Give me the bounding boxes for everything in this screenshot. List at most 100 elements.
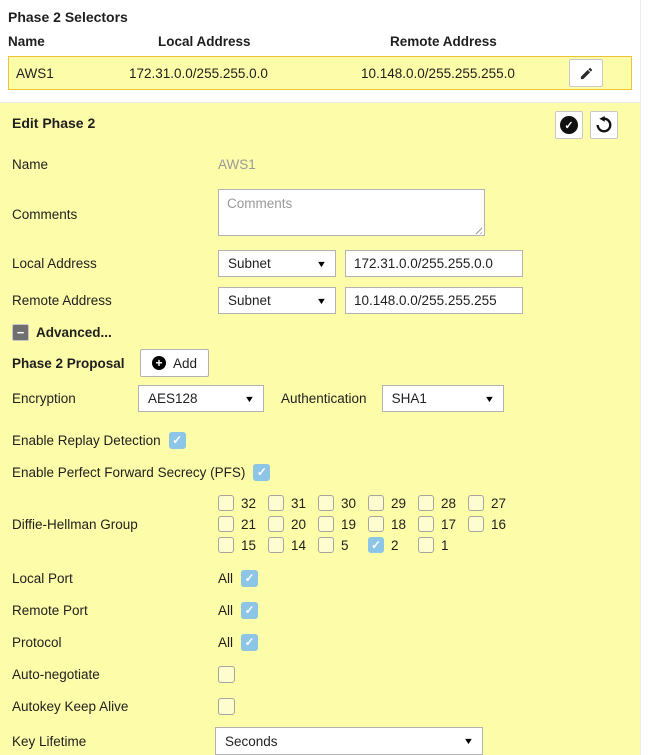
add-proposal-button[interactable]: + Add bbox=[140, 349, 209, 377]
replay-detection-checkbox[interactable] bbox=[169, 432, 186, 449]
local-address-label: Local Address bbox=[12, 256, 218, 271]
dh-group-20-checkbox[interactable] bbox=[268, 516, 284, 532]
dh-group-17-checkbox[interactable] bbox=[418, 516, 434, 532]
collapse-minus-icon[interactable] bbox=[12, 324, 29, 341]
dh-group-15-checkbox[interactable] bbox=[218, 537, 234, 553]
dh-group-14-label: 14 bbox=[291, 538, 306, 553]
key-lifetime-label: Key Lifetime bbox=[12, 734, 215, 749]
chevron-down-icon: ▼ bbox=[484, 394, 495, 404]
local-port-all-label: All bbox=[218, 571, 233, 586]
authentication-label: Authentication bbox=[281, 391, 367, 406]
remote-address-input[interactable] bbox=[345, 287, 523, 314]
remote-address-label: Remote Address bbox=[12, 293, 218, 308]
comments-textarea[interactable] bbox=[218, 189, 485, 236]
encryption-select[interactable]: AES128 ▼ bbox=[138, 385, 264, 412]
key-lifetime-row: Key Lifetime Seconds ▼ bbox=[12, 727, 628, 755]
dh-group-1-checkbox[interactable] bbox=[418, 537, 434, 553]
name-value: AWS1 bbox=[218, 157, 256, 172]
remote-address-type-select[interactable]: Subnet ▼ bbox=[218, 287, 336, 314]
dh-group-17-label: 17 bbox=[441, 517, 456, 532]
dh-group-5-checkbox[interactable] bbox=[318, 537, 334, 553]
dh-group-18-label: 18 bbox=[391, 517, 406, 532]
plus-circle-icon: + bbox=[152, 356, 166, 370]
add-button-label: Add bbox=[173, 356, 197, 371]
dh-group-label: Diffie-Hellman Group bbox=[12, 517, 218, 532]
revert-button[interactable] bbox=[590, 111, 618, 139]
replay-detection-row: Enable Replay Detection bbox=[12, 429, 628, 451]
vpn-phase2-page: Phase 2 Selectors Name Local Address Rem… bbox=[0, 0, 641, 755]
dh-group-21-checkbox[interactable] bbox=[218, 516, 234, 532]
encryption-value: AES128 bbox=[148, 391, 198, 406]
local-address-type-value: Subnet bbox=[228, 256, 271, 271]
remote-address-row: Remote Address Subnet ▼ bbox=[12, 287, 628, 314]
dh-group-27-checkbox[interactable] bbox=[468, 495, 484, 511]
dh-group-21-label: 21 bbox=[241, 517, 256, 532]
remote-address-type-value: Subnet bbox=[228, 293, 271, 308]
local-address-input[interactable] bbox=[345, 250, 523, 277]
chevron-down-icon: ▼ bbox=[244, 394, 255, 404]
chevron-down-icon: ▼ bbox=[316, 296, 327, 306]
dh-group-31-checkbox[interactable] bbox=[268, 495, 284, 511]
dh-group-30-label: 30 bbox=[341, 496, 356, 511]
phase2-proposal-row: Phase 2 Proposal + Add bbox=[12, 349, 628, 377]
accept-button[interactable] bbox=[555, 111, 583, 139]
key-lifetime-select[interactable]: Seconds ▼ bbox=[215, 727, 483, 755]
selector-local-cell: 172.31.0.0/255.255.0.0 bbox=[129, 66, 361, 81]
remote-port-all-label: All bbox=[218, 603, 233, 618]
check-circle-icon bbox=[560, 116, 578, 134]
protocol-label: Protocol bbox=[12, 635, 218, 650]
dh-group-16-checkbox[interactable] bbox=[468, 516, 484, 532]
local-port-row: Local Port All bbox=[12, 567, 628, 589]
edit-phase2-panel: Edit Phase 2 Name AWS1 bbox=[0, 103, 640, 755]
undo-icon bbox=[595, 116, 613, 134]
phase2-selectors-section: Phase 2 Selectors Name Local Address Rem… bbox=[0, 0, 640, 103]
dh-group-19-label: 19 bbox=[341, 517, 356, 532]
auto-negotiate-checkbox[interactable] bbox=[218, 666, 235, 683]
edit-phase2-header: Edit Phase 2 bbox=[12, 111, 628, 139]
local-port-label: Local Port bbox=[12, 571, 218, 586]
dh-group-2-label: 2 bbox=[391, 538, 399, 553]
table-row[interactable]: AWS1 172.31.0.0/255.255.0.0 10.148.0.0/2… bbox=[8, 56, 632, 90]
pfs-checkbox[interactable] bbox=[253, 464, 270, 481]
pfs-label: Enable Perfect Forward Secrecy (PFS) bbox=[12, 465, 245, 480]
name-label: Name bbox=[12, 157, 218, 172]
advanced-label: Advanced... bbox=[36, 325, 112, 340]
edit-selector-button[interactable] bbox=[569, 59, 603, 87]
protocol-all-checkbox[interactable] bbox=[241, 634, 258, 651]
dh-group-28-checkbox[interactable] bbox=[418, 495, 434, 511]
dh-group-5-label: 5 bbox=[341, 538, 349, 553]
local-address-row: Local Address Subnet ▼ bbox=[12, 250, 628, 277]
autokey-keep-alive-row: Autokey Keep Alive bbox=[12, 695, 628, 717]
dh-group-row: Diffie-Hellman Group 32 31 30 29 28 27 2… bbox=[12, 495, 628, 553]
dh-group-2-checkbox[interactable] bbox=[368, 537, 384, 553]
dh-group-29-label: 29 bbox=[391, 496, 406, 511]
local-address-type-select[interactable]: Subnet ▼ bbox=[218, 250, 336, 277]
auto-negotiate-label: Auto-negotiate bbox=[12, 667, 218, 682]
dh-group-27-label: 27 bbox=[491, 496, 506, 511]
dh-group-32-checkbox[interactable] bbox=[218, 495, 234, 511]
dh-group-30-checkbox[interactable] bbox=[318, 495, 334, 511]
phase2-selectors-title: Phase 2 Selectors bbox=[8, 9, 632, 25]
remote-port-label: Remote Port bbox=[12, 603, 218, 618]
authentication-select[interactable]: SHA1 ▼ bbox=[382, 385, 504, 412]
protocol-all-label: All bbox=[218, 635, 233, 650]
encryption-label: Encryption bbox=[12, 391, 138, 406]
dh-group-29-checkbox[interactable] bbox=[368, 495, 384, 511]
dh-group-19-checkbox[interactable] bbox=[318, 516, 334, 532]
dh-group-31-label: 31 bbox=[291, 496, 306, 511]
comments-label: Comments bbox=[12, 207, 218, 222]
dh-group-15-label: 15 bbox=[241, 538, 256, 553]
local-port-all-checkbox[interactable] bbox=[241, 570, 258, 587]
column-header-name: Name bbox=[8, 34, 128, 49]
dh-group-1-label: 1 bbox=[441, 538, 449, 553]
remote-port-row: Remote Port All bbox=[12, 599, 628, 621]
phase2-proposal-label: Phase 2 Proposal bbox=[12, 356, 140, 371]
dh-group-18-checkbox[interactable] bbox=[368, 516, 384, 532]
dh-group-grid: 32 31 30 29 28 27 21 20 19 18 17 16 15 bbox=[218, 495, 518, 553]
selector-name-cell: AWS1 bbox=[16, 66, 129, 81]
remote-port-all-checkbox[interactable] bbox=[241, 602, 258, 619]
comments-row: Comments bbox=[12, 189, 628, 239]
pfs-row: Enable Perfect Forward Secrecy (PFS) bbox=[12, 461, 628, 483]
dh-group-14-checkbox[interactable] bbox=[268, 537, 284, 553]
autokey-keep-alive-checkbox[interactable] bbox=[218, 698, 235, 715]
